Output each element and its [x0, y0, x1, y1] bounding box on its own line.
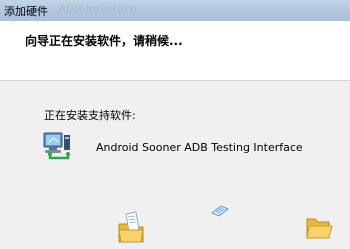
document-folder-icon	[118, 211, 144, 243]
open-folder-icon	[306, 218, 333, 239]
network-computer-icon	[43, 132, 70, 160]
flying-paper-icon	[211, 205, 229, 217]
wizard-header-title: 向导正在安装软件，请稍候...	[25, 34, 183, 48]
device-name: Android Sooner ADB Testing Interface	[96, 141, 303, 154]
install-status-label: 正在安装支持软件:	[44, 109, 136, 122]
wizard-header: 向导正在安装软件，请稍候...	[0, 21, 350, 81]
title-bar[interactable]: 添加硬件 ADB Interface	[0, 0, 350, 21]
window-title: 添加硬件	[4, 5, 48, 18]
add-hardware-window: 添加硬件 ADB Interface 向导正在安装软件，请稍候... 正在安装支…	[0, 0, 350, 249]
window-title-ghost: ADB Interface	[58, 3, 137, 16]
